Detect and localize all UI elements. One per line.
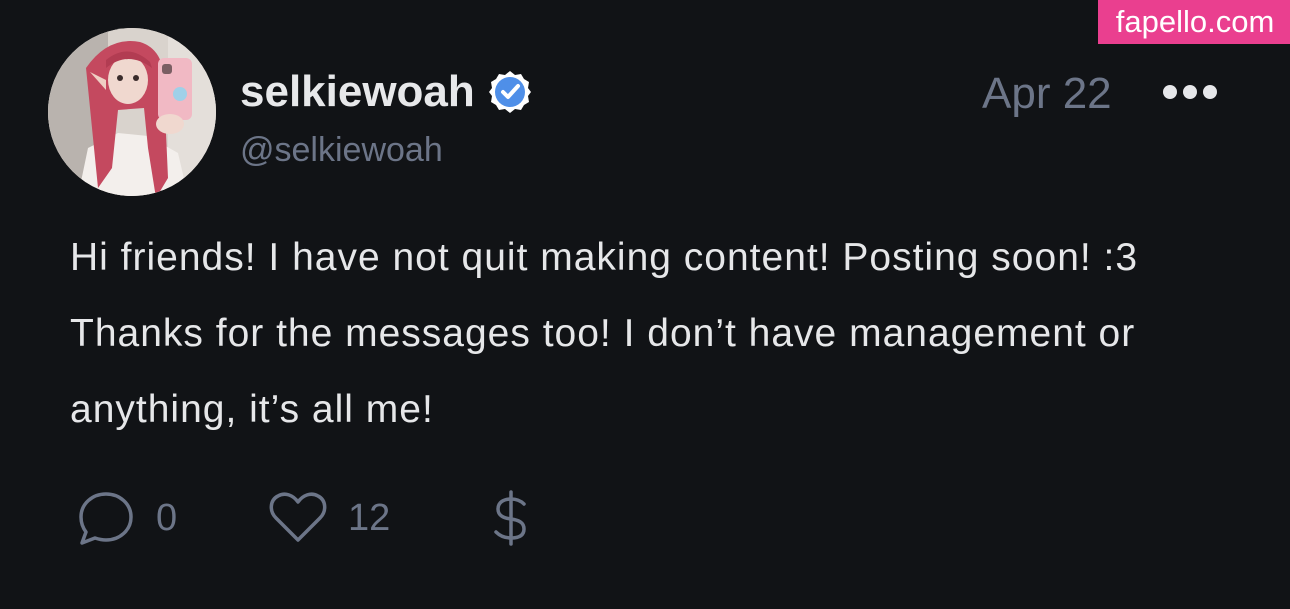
avatar[interactable]: [48, 28, 216, 196]
post-date[interactable]: Apr 22: [982, 66, 1112, 122]
author-display-name[interactable]: selkiewoah: [240, 64, 533, 120]
comment-count: 0: [156, 497, 178, 539]
comment-icon: [79, 492, 133, 545]
post-text: Hi friends! I have not quit making conte…: [70, 236, 1139, 431]
heart-icon: [269, 492, 327, 542]
verified-badge-icon: [488, 71, 531, 113]
like-button[interactable]: 12: [268, 488, 390, 548]
tip-button[interactable]: [484, 488, 538, 548]
author-name-text[interactable]: selkiewoah: [240, 64, 475, 120]
watermark: fapello.com: [1098, 0, 1290, 44]
author-handle[interactable]: @selkiewoah: [240, 128, 443, 172]
like-count: 12: [348, 497, 391, 539]
avatar-image: [48, 28, 216, 196]
comment-button[interactable]: 0: [76, 488, 177, 548]
dollar-icon: [494, 490, 526, 546]
more-options-icon[interactable]: [1160, 76, 1220, 108]
